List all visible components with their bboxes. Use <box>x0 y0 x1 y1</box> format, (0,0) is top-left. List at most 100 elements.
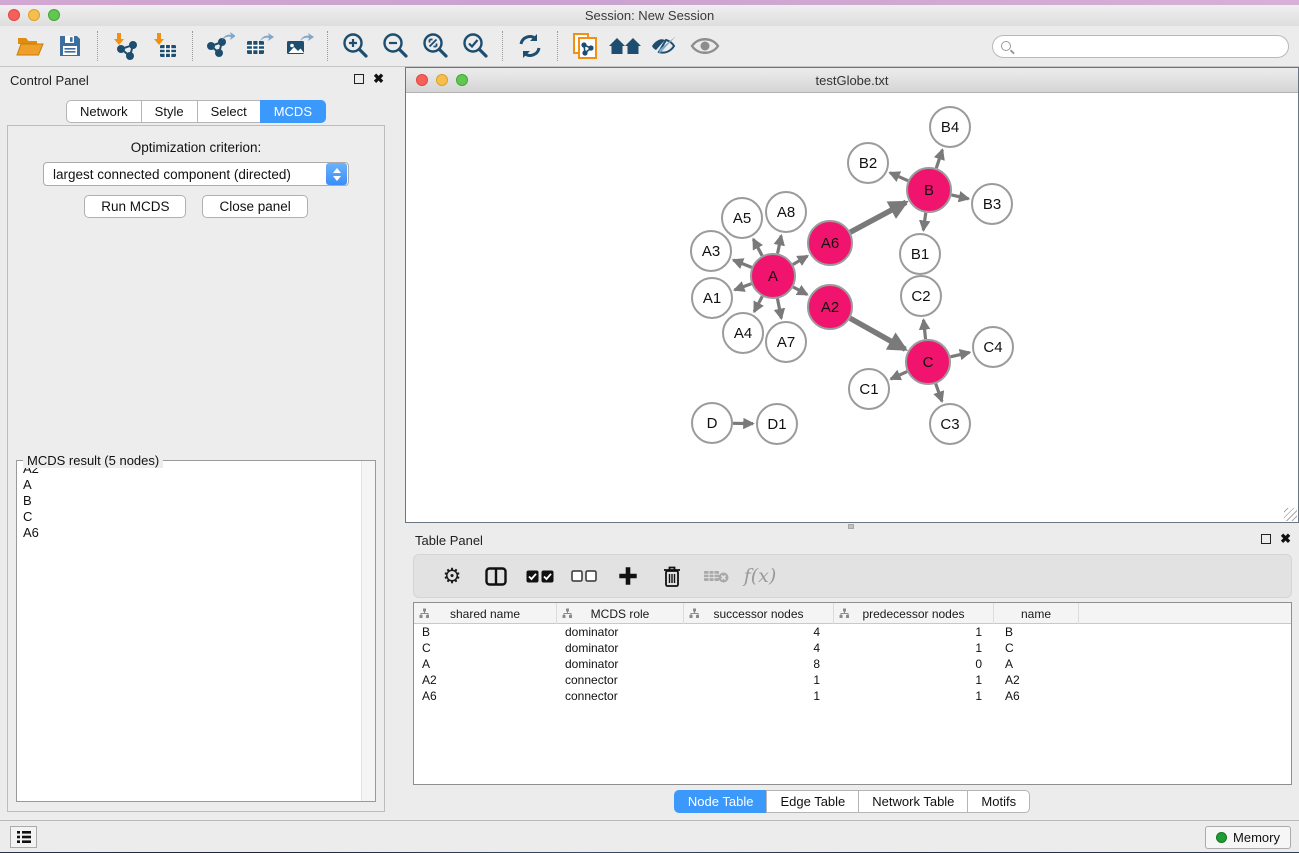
graph-edge-C-C4[interactable] <box>950 352 969 356</box>
graph-node-B1[interactable]: B1 <box>900 234 940 274</box>
graph-node-A8[interactable]: A8 <box>766 192 806 232</box>
graph-edge-A-A4[interactable] <box>754 296 762 311</box>
add-column-button[interactable] <box>606 558 650 594</box>
table-row[interactable]: A2connector11A2 <box>414 672 1291 688</box>
import-table-button[interactable] <box>145 29 185 63</box>
graph-node-B[interactable]: B <box>907 168 951 212</box>
save-session-button[interactable] <box>50 29 90 63</box>
graph-edge-B-B4[interactable] <box>936 150 942 168</box>
zoom-window-button[interactable] <box>48 9 60 21</box>
graph-edge-A2-C[interactable] <box>850 318 905 349</box>
column-header[interactable]: name <box>994 603 1079 624</box>
graph-node-A5[interactable]: A5 <box>722 198 762 238</box>
graph-edge-A6-B[interactable] <box>850 202 906 232</box>
home-button[interactable] <box>605 29 645 63</box>
task-history-button[interactable] <box>10 826 37 848</box>
refresh-layout-button[interactable] <box>510 29 550 63</box>
export-table-button[interactable] <box>240 29 280 63</box>
delete-column-button[interactable] <box>650 558 694 594</box>
network-file-button[interactable] <box>565 29 605 63</box>
zoom-in-button[interactable] <box>335 29 375 63</box>
memory-button[interactable]: Memory <box>1205 826 1291 849</box>
zoom-fit-button[interactable] <box>415 29 455 63</box>
tab-node-table[interactable]: Node Table <box>674 790 768 813</box>
minimize-window-button[interactable] <box>28 9 40 21</box>
graph-edge-B-B2[interactable] <box>890 173 908 181</box>
graph-node-A3[interactable]: A3 <box>691 231 731 271</box>
graph-edge-C-C3[interactable] <box>936 384 942 402</box>
graph-node-B4[interactable]: B4 <box>930 107 970 147</box>
graph-node-A6[interactable]: A6 <box>808 221 852 265</box>
graph-node-A[interactable]: A <box>751 254 795 298</box>
graph-node-C2[interactable]: C2 <box>901 276 941 316</box>
style-eye-button[interactable] <box>645 29 685 63</box>
network-minimize-button[interactable] <box>436 74 448 86</box>
table-row[interactable]: Bdominator41B <box>414 624 1291 640</box>
graph-node-A4[interactable]: A4 <box>723 313 763 353</box>
table-row[interactable]: Adominator80A <box>414 656 1291 672</box>
tab-network-table[interactable]: Network Table <box>858 790 968 813</box>
column-view-button[interactable] <box>474 558 518 594</box>
graph-node-C3[interactable]: C3 <box>930 404 970 444</box>
graph-edge-A-A5[interactable] <box>753 239 762 256</box>
deselect-all-button[interactable] <box>562 558 606 594</box>
graph-node-A2[interactable]: A2 <box>808 285 852 329</box>
column-header[interactable]: predecessor nodes <box>834 603 994 624</box>
export-network-button[interactable] <box>200 29 240 63</box>
function-builder-button[interactable]: f(x) <box>738 558 782 594</box>
graph-edge-B-B1[interactable] <box>923 213 925 230</box>
graph-edge-B-B3[interactable] <box>951 195 968 199</box>
zoom-out-button[interactable] <box>375 29 415 63</box>
network-close-button[interactable] <box>416 74 428 86</box>
select-all-button[interactable] <box>518 558 562 594</box>
graph-node-B3[interactable]: B3 <box>972 184 1012 224</box>
search-input[interactable] <box>992 35 1289 58</box>
table-row[interactable]: A6connector11A6 <box>414 688 1291 704</box>
tab-edge-table[interactable]: Edge Table <box>766 790 859 813</box>
close-window-button[interactable] <box>8 9 20 21</box>
tab-motifs[interactable]: Motifs <box>967 790 1030 813</box>
graph-node-C1[interactable]: C1 <box>849 369 889 409</box>
zoom-selected-button[interactable] <box>455 29 495 63</box>
result-scrollbar[interactable] <box>361 461 375 801</box>
tab-select[interactable]: Select <box>197 100 261 123</box>
close-panel-icon[interactable]: ✖ <box>1280 534 1291 544</box>
tab-style[interactable]: Style <box>141 100 198 123</box>
mcds-result-item[interactable]: C <box>17 509 375 525</box>
network-zoom-button[interactable] <box>456 74 468 86</box>
close-panel-button[interactable]: Close panel <box>202 195 307 218</box>
graph-edge-A-A2[interactable] <box>793 287 807 295</box>
graph-node-C[interactable]: C <box>906 340 950 384</box>
close-panel-icon[interactable]: ✖ <box>373 74 384 84</box>
graph-node-D[interactable]: D <box>692 403 732 443</box>
graph-edge-C-C2[interactable] <box>924 320 926 339</box>
graph-edge-A-A8[interactable] <box>778 236 782 254</box>
settings-button[interactable]: ⚙ <box>430 558 474 594</box>
graph-node-B2[interactable]: B2 <box>848 143 888 183</box>
float-panel-icon[interactable] <box>354 74 364 84</box>
show-hide-button[interactable] <box>685 29 725 63</box>
column-header[interactable]: successor nodes <box>684 603 834 624</box>
delete-table-button[interactable] <box>694 558 738 594</box>
graph-edge-A-A1[interactable] <box>735 284 752 290</box>
open-file-button[interactable] <box>10 29 50 63</box>
graph-edge-C-C1[interactable] <box>891 372 907 379</box>
graph-node-D1[interactable]: D1 <box>757 404 797 444</box>
window-resize-handle[interactable] <box>1284 508 1297 521</box>
mcds-result-item[interactable]: A <box>17 477 375 493</box>
tab-network[interactable]: Network <box>66 100 142 123</box>
graph-edge-A-A6[interactable] <box>793 256 808 264</box>
graph-edge-A-A3[interactable] <box>733 260 751 267</box>
graph-node-C4[interactable]: C4 <box>973 327 1013 367</box>
network-canvas[interactable]: B4B2BB3A5A8A6A3B1AC2A1A2A4A7C4CC1C3DD1 <box>406 94 1298 522</box>
graph-node-A1[interactable]: A1 <box>692 278 732 318</box>
criterion-dropdown[interactable]: largest connected component (directed) <box>43 162 349 186</box>
table-row[interactable]: Cdominator41C <box>414 640 1291 656</box>
import-network-button[interactable] <box>105 29 145 63</box>
mcds-result-item[interactable]: B <box>17 493 375 509</box>
tab-mcds[interactable]: MCDS <box>260 100 326 123</box>
column-header[interactable]: shared name <box>414 603 557 624</box>
graph-edge-A-A7[interactable] <box>777 299 781 319</box>
float-panel-icon[interactable] <box>1261 534 1271 544</box>
column-header[interactable]: MCDS role <box>557 603 684 624</box>
